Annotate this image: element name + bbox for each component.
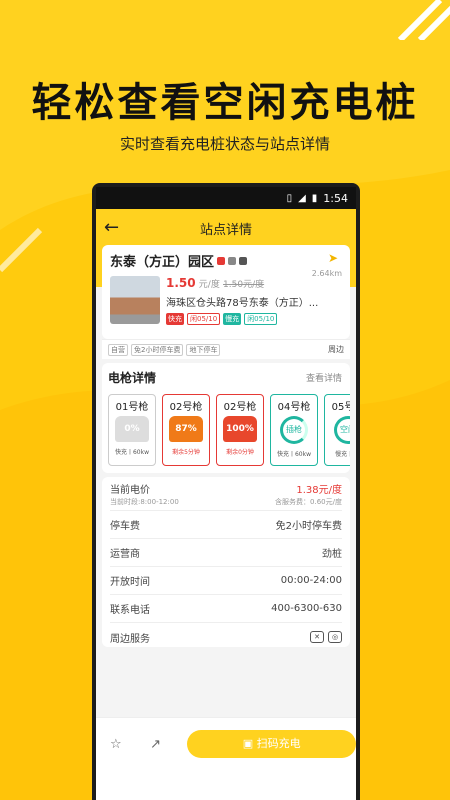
fast-tag: 快充: [166, 313, 184, 325]
feature-tag: 免2小时停车费: [131, 343, 184, 356]
scan-label: 扫码充电: [256, 737, 301, 750]
slow-idle: 闲05/10: [244, 313, 278, 325]
restroom-icon: ◎: [328, 631, 342, 643]
type-badge-icon: [239, 256, 248, 265]
gun-name: 04号枪: [277, 402, 311, 413]
current-period: 当前时段:8:00-12:00: [110, 497, 179, 506]
station-info: 1.50 元/度 1.50元/度 海珠区仓头路78号东泰（方正）... 快充 闲…: [166, 276, 318, 325]
gun-value: 0%: [115, 416, 149, 442]
service-fee: 含服务费：0.60元/度: [275, 497, 342, 506]
nearby-services-label: 周边服务: [110, 633, 150, 645]
gun-card[interactable]: 04号枪 插枪 快充丨60kw: [270, 394, 318, 466]
bottom-bar: ☆ ↗ ▣ 扫码充电: [96, 717, 356, 800]
gun-value: 87%: [169, 416, 203, 442]
gun-caption: 快充丨60kw: [114, 449, 150, 456]
type-badge-icon: [228, 256, 237, 265]
charger-tags: 快充 闲05/10 慢充 闲05/10: [166, 313, 318, 325]
gun-caption: 快充丨60kw: [276, 451, 312, 458]
operator-row: 运营商 劲桩: [110, 539, 342, 567]
gun-caption: 慢充丨30: [335, 451, 350, 458]
station-card: 东泰（方正）园区 ➤ 2.64km 1.50 元/度 1.50元/度 海珠区仓头…: [102, 245, 350, 339]
station-name: 东泰（方正）园区: [110, 255, 215, 270]
page-title: 站点详情: [199, 222, 252, 238]
phone-frame: ▯ ◢ ▮ 1:54 ← 站点详情 东泰（方正）园区 ➤ 2.64km 1.50…: [92, 183, 360, 800]
gun-card[interactable]: 02号枪 100% 剩余0分钟: [216, 394, 264, 466]
bottom-actions: ☆ ↗ ▣ 扫码充电: [96, 724, 356, 764]
guns-card: 电枪详情 查看详情 01号枪 0% 快充丨60kw 02号枪 87% 剩余5分钟…: [102, 363, 350, 473]
gun-name: 02号枪: [223, 402, 257, 413]
view-details-link[interactable]: 查看详情: [306, 371, 342, 384]
status-time: 1:54: [323, 191, 348, 205]
status-bar: ▯ ◢ ▮ 1:54: [96, 187, 356, 209]
info-card: 当前电价 当前时段:8:00-12:00 1.38元/度 含服务费：0.60元/…: [102, 477, 350, 647]
original-price: 1.50元/度: [223, 280, 265, 290]
own-badge-icon: [217, 256, 226, 265]
gun-value: 插枪: [280, 416, 308, 444]
star-icon[interactable]: ☆: [96, 737, 136, 752]
hero-subtitle: 实时查看充电桩状态与站点详情: [119, 135, 330, 153]
gun-caption: 剩余5分钟: [172, 449, 200, 456]
distance: 2.64km: [311, 269, 342, 278]
station-photo[interactable]: [110, 276, 160, 324]
parking-label: 停车费: [110, 521, 140, 532]
operator-label: 运营商: [110, 549, 140, 560]
gun-card[interactable]: 05号枪 空闲 慢充丨30: [324, 394, 350, 466]
price-row[interactable]: 当前电价 当前时段:8:00-12:00 1.38元/度 含服务费：0.60元/…: [110, 477, 342, 511]
nearby-link[interactable]: 周边: [328, 344, 344, 355]
back-arrow-icon[interactable]: ←: [104, 217, 119, 238]
parking-value: 免2小时停车费: [275, 521, 342, 532]
phone-row[interactable]: 联系电话 400-6300-630: [110, 595, 342, 623]
gun-value: 空闲: [334, 416, 350, 444]
gun-value: 100%: [223, 416, 257, 442]
hours-value: 00:00-24:00: [280, 575, 342, 586]
hours-label: 开放时间: [110, 577, 150, 588]
restaurant-icon: ✕: [310, 631, 324, 643]
slow-tag: 慢充: [223, 313, 242, 325]
gun-list: 01号枪 0% 快充丨60kw 02号枪 87% 剩余5分钟 02号枪 100%…: [108, 394, 350, 466]
navigation-icon[interactable]: ➤: [328, 251, 338, 265]
hours-row: 开放时间 00:00-24:00: [110, 567, 342, 595]
scan-charge-button[interactable]: ▣ 扫码充电: [187, 730, 356, 758]
price-unit: 元/度: [198, 280, 220, 290]
feature-tags: 自营 免2小时停车费 地下停车 周边: [102, 339, 350, 359]
station-detail-row: 1.50 元/度 1.50元/度 海珠区仓头路78号东泰（方正）... 快充 闲…: [110, 276, 342, 325]
scan-icon: ▣: [242, 737, 257, 750]
parking-row[interactable]: 停车费 免2小时停车费: [110, 511, 342, 539]
station-address: 海珠区仓头路78号东泰（方正）...: [166, 298, 319, 309]
vibrate-icon: ▯: [286, 192, 293, 204]
gun-name: 05号枪: [331, 402, 350, 413]
battery-icon: ▮: [311, 192, 318, 204]
gun-name: 02号枪: [169, 402, 203, 413]
gun-caption: 剩余0分钟: [226, 449, 254, 456]
phone-value: 400-6300-630: [271, 603, 342, 614]
share-icon[interactable]: ↗: [136, 737, 176, 752]
gun-name: 01号枪: [115, 402, 149, 413]
app-screen: ▯ ◢ ▮ 1:54 ← 站点详情 东泰（方正）园区 ➤ 2.64km 1.50…: [96, 187, 356, 800]
feature-tag: 地下停车: [186, 343, 221, 356]
current-price-value: 1.38元/度: [296, 484, 342, 496]
station-name-row: 东泰（方正）园区: [110, 251, 342, 270]
decor-stripes: [397, 0, 450, 40]
fast-idle: 闲05/10: [187, 313, 221, 325]
gun-card[interactable]: 02号枪 87% 剩余5分钟: [162, 394, 210, 466]
operator-value: 劲桩: [322, 549, 342, 560]
nearby-services-row: 周边服务 ✕ ◎: [110, 623, 342, 651]
wifi-icon: ◢: [298, 192, 306, 204]
app-header: ← 站点详情: [96, 209, 356, 247]
current-price: 1.50: [166, 276, 196, 290]
feature-tag: 自营: [108, 343, 128, 356]
phone-label: 联系电话: [110, 605, 150, 616]
current-price-label: 当前电价: [110, 484, 150, 496]
hero-title: 轻松查看空闲充电桩: [31, 80, 419, 126]
gun-card[interactable]: 01号枪 0% 快充丨60kw: [108, 394, 156, 466]
facility-icons: ✕ ◎: [310, 631, 342, 643]
